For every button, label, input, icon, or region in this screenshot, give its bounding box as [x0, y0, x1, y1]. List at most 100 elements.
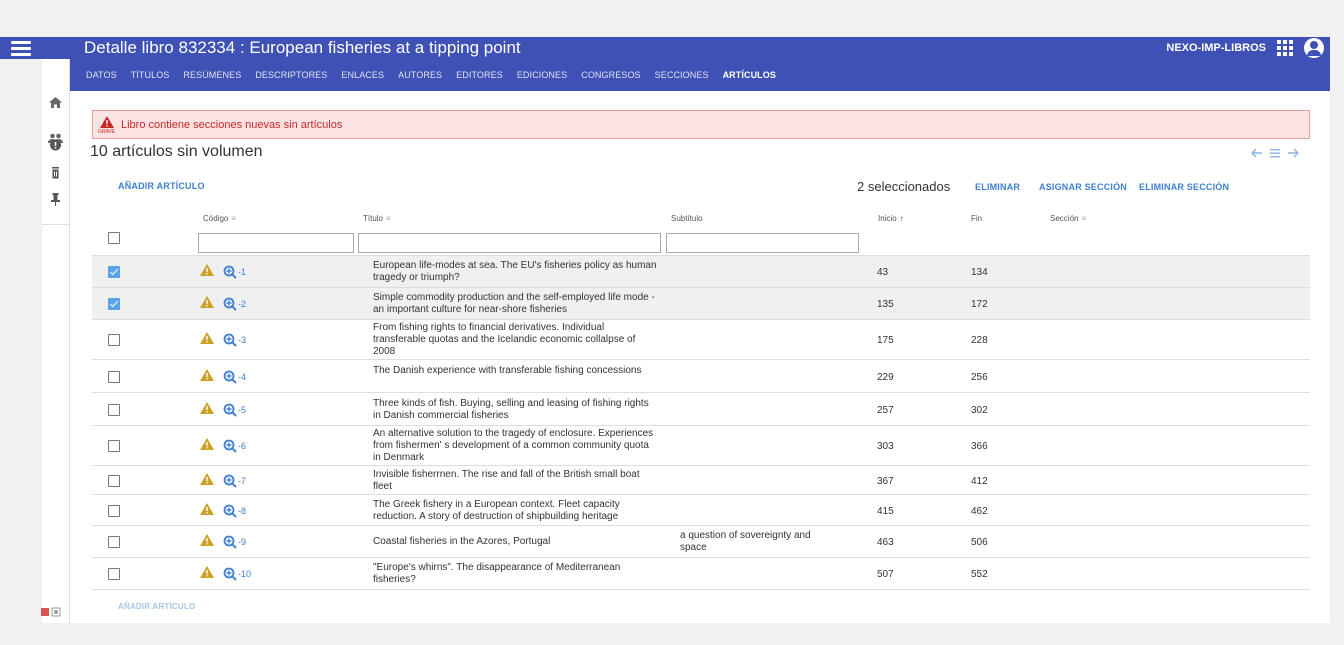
row-checkbox[interactable] [108, 568, 120, 580]
article-code-link[interactable]: -10 [238, 569, 251, 579]
zoom-in-icon[interactable] [223, 439, 237, 453]
tab-resúmenes[interactable]: RESÚMENES [176, 67, 248, 91]
article-end-page: 506 [971, 537, 988, 548]
zoom-in-icon[interactable] [223, 297, 237, 311]
tab-datos[interactable]: DATOS [84, 67, 124, 91]
article-start-page: 257 [877, 404, 894, 416]
article-code-link[interactable]: -2 [238, 299, 246, 309]
tab-bar: DATOS TÍTULOS RESÚMENES DESCRIPTORES ENLACES… [84, 67, 784, 99]
article-code-link[interactable]: -3 [238, 335, 246, 345]
row-checkbox[interactable] [108, 266, 120, 278]
title-filter-input[interactable] [358, 233, 661, 253]
page-title: Detalle libro 832334 : European fisherie… [84, 38, 521, 57]
subtitle-filter-input[interactable] [666, 233, 859, 253]
apps-grid-icon[interactable] [1276, 39, 1294, 57]
column-header-code[interactable]: Código ≡ [203, 214, 236, 223]
column-header-end[interactable]: Fin [971, 214, 982, 223]
tab-artículos[interactable]: ARTÍCULOS [715, 67, 784, 99]
zoom-in-icon[interactable] [223, 403, 237, 417]
article-code-link[interactable]: -7 [238, 476, 246, 486]
article-start-page: 415 [877, 505, 894, 517]
column-header-section[interactable]: Sección ≡ [1050, 214, 1086, 223]
article-end-page: 134 [971, 267, 988, 278]
pager [1244, 145, 1304, 161]
column-header-subtitle[interactable]: Subtítulo [671, 214, 703, 223]
warning-icon [200, 502, 214, 515]
article-end-page: 462 [971, 505, 988, 517]
tab-secciones[interactable]: SECCIONES [648, 67, 716, 91]
warning-icon [200, 296, 214, 308]
tab-ediciones[interactable]: EDICIONES [510, 67, 574, 91]
article-end-page: 366 [971, 441, 988, 452]
tab-títulos[interactable]: TÍTULOS [124, 67, 177, 91]
zoom-in-icon[interactable] [223, 535, 237, 549]
table-row[interactable] [92, 256, 1310, 288]
table-row[interactable] [92, 360, 1310, 393]
zoom-in-icon[interactable] [223, 333, 237, 347]
article-start-page: 507 [877, 569, 894, 580]
pin-icon[interactable] [42, 189, 69, 209]
table-row[interactable] [92, 288, 1310, 320]
tab-editores[interactable]: EDITORES [449, 67, 510, 91]
zoom-in-icon[interactable] [223, 474, 237, 488]
warning-icon [200, 332, 214, 344]
alert-circle-icon[interactable] [42, 135, 69, 155]
column-header-title[interactable]: Título ≡ [363, 214, 391, 223]
add-article-button[interactable]: AÑADIR ARTÍCULO [118, 181, 205, 191]
column-header-start[interactable]: Inicio ↑ [878, 214, 904, 223]
row-checkbox[interactable] [108, 403, 120, 416]
row-checkbox[interactable] [108, 440, 120, 452]
tab-autores[interactable]: AUTORES [391, 67, 449, 91]
row-checkbox[interactable] [108, 298, 120, 310]
table-row[interactable] [92, 320, 1310, 360]
zoom-in-icon[interactable] [223, 370, 237, 384]
selected-count: 2 seleccionados [857, 179, 951, 194]
article-code-link[interactable]: -9 [238, 537, 246, 547]
table-row[interactable] [92, 495, 1310, 526]
row-checkbox[interactable] [108, 370, 120, 383]
tab-congresos[interactable]: CONGRESOS [574, 67, 647, 91]
alert-severity: GRAVE [98, 129, 116, 135]
article-title: "Europe's whirns". The disappearance of … [373, 562, 621, 585]
article-start-page: 175 [877, 335, 894, 346]
table-row[interactable] [92, 558, 1310, 590]
zoom-in-icon[interactable] [223, 567, 237, 581]
article-code-link[interactable]: -8 [238, 506, 246, 516]
tab-enlaces[interactable]: ENLACES [334, 67, 391, 91]
row-checkbox[interactable] [108, 474, 120, 487]
footer-badges [41, 604, 63, 617]
home-icon[interactable] [42, 93, 69, 113]
article-start-page: 367 [877, 475, 894, 487]
hamburger-menu-icon[interactable] [0, 37, 42, 59]
user-label[interactable]: NEXO-IMP-LIBROS [1166, 42, 1266, 54]
table-row[interactable] [92, 426, 1310, 466]
row-checkbox[interactable] [108, 334, 120, 346]
table-row[interactable] [92, 466, 1310, 495]
filter-icon: ≡ [231, 214, 237, 223]
warning-icon [100, 116, 114, 128]
sort-asc-icon: ↑ [899, 214, 904, 223]
row-checkbox[interactable] [108, 536, 120, 548]
warning-icon [200, 368, 214, 381]
assign-section-button[interactable]: ASIGNAR SECCIÓN [1039, 182, 1127, 192]
tab-descriptores[interactable]: DESCRIPTORES [248, 67, 334, 91]
row-checkbox[interactable] [108, 504, 120, 517]
trash-icon[interactable] [42, 163, 69, 183]
article-title: From fishing rights to financial derivat… [373, 322, 636, 357]
select-all-checkbox[interactable] [108, 232, 120, 244]
article-end-page: 412 [971, 475, 988, 487]
side-nav-divider [42, 224, 69, 225]
article-code-link[interactable]: -4 [238, 372, 246, 382]
table-row[interactable] [92, 393, 1310, 426]
article-code-link[interactable]: -5 [238, 405, 246, 415]
delete-button[interactable]: ELIMINAR [975, 182, 1020, 192]
bottom-add-article-button[interactable]: AÑADIR ARTÍCULO [118, 602, 195, 611]
warning-icon [200, 472, 214, 485]
article-code-link[interactable]: -1 [238, 267, 246, 277]
zoom-in-icon[interactable] [223, 504, 237, 518]
delete-section-button[interactable]: ELIMINAR SECCIÓN [1139, 182, 1229, 192]
code-filter-input[interactable] [198, 233, 354, 253]
zoom-in-icon[interactable] [223, 265, 237, 279]
article-code-link[interactable]: -6 [238, 441, 246, 451]
account-circle-icon[interactable] [1304, 38, 1324, 58]
